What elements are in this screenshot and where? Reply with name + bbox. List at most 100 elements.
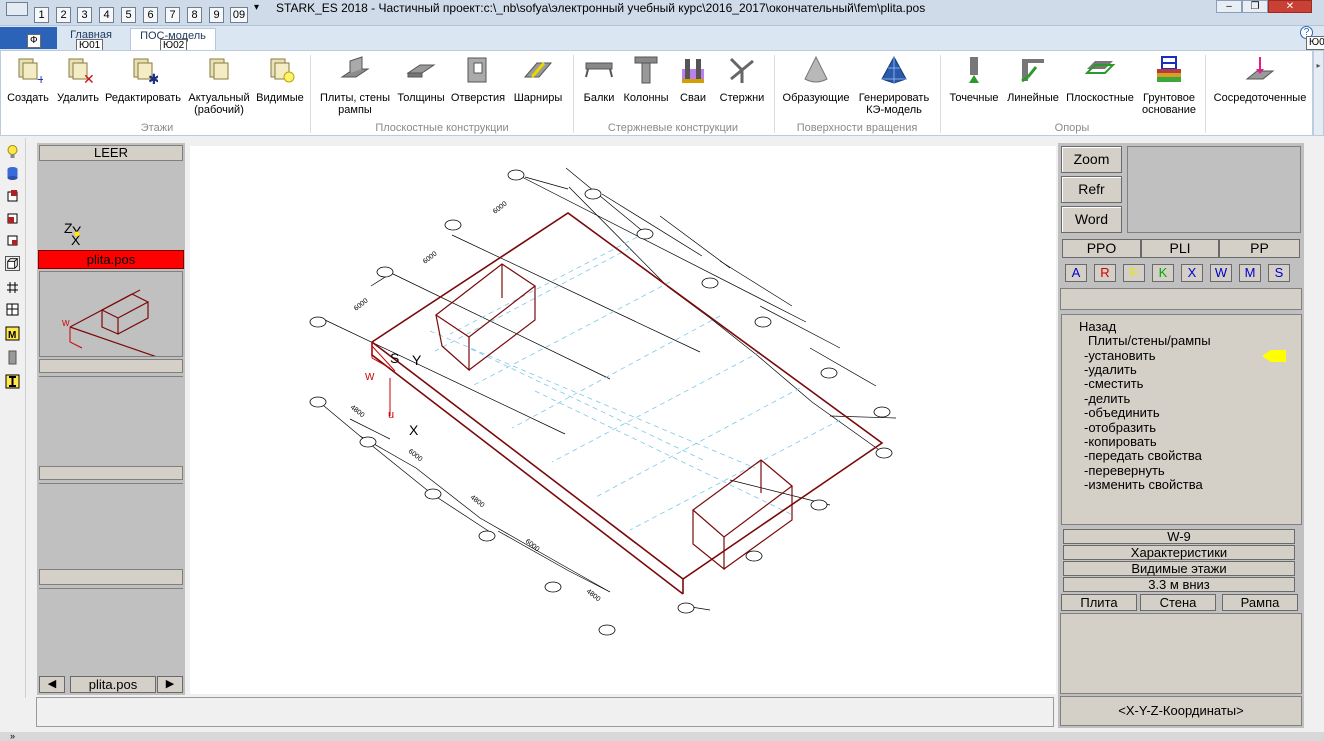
floor-slot-bar[interactable] [39, 359, 183, 373]
current-file-bar[interactable]: plita.pos [38, 250, 184, 269]
surface-supports-button[interactable]: Плоскостные [1062, 55, 1138, 104]
thickness-button[interactable]: Толщины [394, 55, 448, 104]
toggle-f[interactable]: F [1123, 264, 1145, 282]
bars-button[interactable]: Стержни [715, 55, 769, 104]
chevron-icon[interactable]: » [10, 732, 15, 741]
soil-foundation-button[interactable]: Грунтовое основание [1138, 55, 1200, 116]
svg-text:M: M [8, 330, 16, 341]
refresh-button[interactable]: Refr [1061, 176, 1122, 203]
floor-slot-empty[interactable] [39, 588, 183, 674]
ppo-button[interactable]: PPO [1062, 239, 1141, 258]
box-3d-tool-icon[interactable] [5, 256, 20, 271]
create-button[interactable]: + Создать [7, 55, 49, 104]
column-tool-icon[interactable] [5, 350, 20, 365]
m-tool-icon[interactable]: M [5, 326, 20, 341]
toggle-w[interactable]: W [1210, 264, 1232, 282]
info-field [1060, 288, 1302, 310]
generators-button[interactable]: Образующие [778, 55, 854, 104]
box-yz-tool-icon[interactable] [5, 188, 20, 203]
coordinates-field[interactable]: <X-Y-Z-Координаты> [1060, 696, 1302, 726]
bottom-taskbar: » [0, 732, 1324, 741]
pli-button[interactable]: PLI [1141, 239, 1219, 258]
prev-arrow-icon[interactable]: ◀ [39, 676, 65, 693]
pp-button[interactable]: PP [1219, 239, 1300, 258]
characteristics-button[interactable]: Характеристики [1063, 545, 1295, 560]
leer-header[interactable]: LEER [39, 145, 183, 161]
nav-file-label: plita.pos [70, 676, 156, 693]
menu-item-change-props[interactable]: -изменить свойства [1084, 478, 1203, 492]
beams-button[interactable]: Балки [579, 55, 619, 104]
edit-button[interactable]: ✱ Редактировать [103, 55, 183, 104]
menu-item-install[interactable]: -установить [1084, 349, 1156, 363]
concentrated-button[interactable]: Сосредоточенные [1209, 55, 1311, 104]
ribbon-scroll-right[interactable]: ▸ [1313, 50, 1324, 136]
visible-floors-button[interactable]: Видимые [254, 55, 306, 104]
panel-tool-icon[interactable] [5, 302, 20, 317]
close-icon[interactable]: ✕ [1268, 0, 1312, 13]
toggle-s[interactable]: S [1268, 264, 1290, 282]
openings-button[interactable]: Отверстия [448, 55, 508, 104]
box-xy-tool-icon[interactable] [5, 232, 20, 247]
minimize-icon[interactable]: – [1216, 0, 1242, 13]
next-arrow-icon[interactable]: ▶ [157, 676, 183, 693]
plates-walls-label: Плиты, стены рампы [319, 92, 391, 116]
maximize-icon[interactable]: ❐ [1242, 0, 1268, 13]
floor-slot-bar[interactable] [39, 466, 183, 480]
word-button[interactable]: Word [1061, 206, 1122, 233]
qa-dropdown-icon[interactable]: ▾ [254, 2, 259, 13]
bulb-tool-icon[interactable] [5, 144, 20, 159]
menu-item-merge[interactable]: -объединить [1084, 406, 1160, 420]
plate-type-plate[interactable]: Плита [1061, 594, 1137, 611]
thickness-icon [406, 64, 436, 78]
qa-key-7[interactable]: 7 [165, 7, 180, 23]
box-xz-tool-icon[interactable] [5, 210, 20, 225]
menu-back[interactable]: Назад [1079, 320, 1116, 334]
floor-slot-bar[interactable] [39, 569, 183, 585]
qa-key-5[interactable]: 5 [121, 7, 136, 23]
menu-item-copy[interactable]: -копировать [1084, 435, 1157, 449]
menu-item-flip[interactable]: -перевернуть [1084, 464, 1165, 478]
app-menu-icon[interactable] [6, 2, 28, 16]
current-floor-button[interactable]: Актуальный (рабочий) [186, 55, 252, 116]
plates-walls-button[interactable]: Плиты, стены рампы [317, 55, 393, 116]
floor-slot-empty[interactable] [39, 376, 183, 465]
hinges-button[interactable]: Шарниры [509, 55, 567, 104]
toggle-m[interactable]: M [1239, 264, 1261, 282]
delete-button[interactable]: ✕ Удалить [55, 55, 101, 104]
qa-key-3[interactable]: 3 [77, 7, 92, 23]
plate-type-ramp[interactable]: Рампа [1222, 594, 1298, 611]
floor-thumbnail[interactable]: W [39, 271, 183, 357]
menu-item-delete[interactable]: -удалить [1084, 363, 1137, 377]
columns-button[interactable]: Колонны [620, 55, 672, 104]
menu-item-mirror[interactable]: -отобразить [1084, 421, 1156, 435]
toggle-x[interactable]: X [1181, 264, 1203, 282]
piles-button[interactable]: Сваи [673, 55, 713, 104]
menu-item-move[interactable]: -сместить [1084, 377, 1143, 391]
menu-item-split[interactable]: -делить [1084, 392, 1130, 406]
qa-key-2[interactable]: 2 [56, 7, 71, 23]
qa-key-6[interactable]: 6 [143, 7, 158, 23]
generate-fe-button[interactable]: Генерировать КЭ-модель [855, 55, 933, 116]
w9-button[interactable]: W-9 [1063, 529, 1295, 544]
toggle-k[interactable]: K [1152, 264, 1174, 282]
i-beam-tool-icon[interactable] [5, 374, 20, 389]
drawing-canvas[interactable]: 6000 6000 6000 4800 6000 4800 6000 4800 … [190, 146, 1056, 694]
qa-key-8[interactable]: 8 [187, 7, 202, 23]
menu-item-transfer-props[interactable]: -передать свойства [1084, 449, 1202, 463]
toggle-r[interactable]: R [1094, 264, 1116, 282]
zoom-button[interactable]: Zoom [1061, 146, 1122, 173]
toggle-a[interactable]: A [1065, 264, 1087, 282]
qa-key-09[interactable]: 09 [230, 7, 248, 23]
database-tool-icon[interactable] [5, 166, 20, 181]
floor-nav: ◀ plita.pos ▶ [39, 676, 183, 693]
qa-key-1[interactable]: 1 [34, 7, 49, 23]
down-3-3-button[interactable]: 3.3 м вниз [1063, 577, 1295, 592]
grid-tool-icon[interactable] [5, 280, 20, 295]
visible-floors-panel-button[interactable]: Видимые этажи [1063, 561, 1295, 576]
floor-slot-empty[interactable] [39, 483, 183, 568]
plate-type-wall[interactable]: Стена [1140, 594, 1216, 611]
point-supports-button[interactable]: Точечные [943, 55, 1005, 104]
qa-key-4[interactable]: 4 [99, 7, 114, 23]
qa-key-9[interactable]: 9 [209, 7, 224, 23]
line-supports-button[interactable]: Линейные [1005, 55, 1061, 104]
